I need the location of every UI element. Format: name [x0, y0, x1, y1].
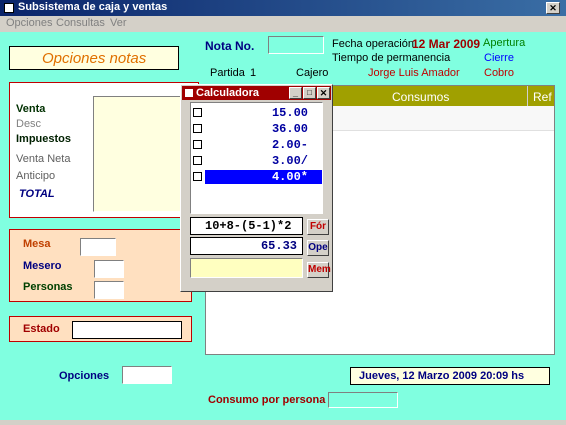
calculator-app-icon: [185, 89, 193, 97]
window-titlebar[interactable]: Subsistema de caja y ventas ✕: [0, 0, 566, 16]
datetime-display: Jueves, 12 Marzo 2009 20:09 hs: [350, 367, 550, 385]
impuestos-label: Impuestos: [16, 133, 72, 145]
tape-value: 15.00: [271, 106, 308, 120]
mesa-panel: Mesa Mesero Personas: [9, 229, 192, 302]
apertura-label: Apertura: [483, 37, 526, 49]
partida-label: Partida: [210, 67, 245, 79]
tiempo-label: Tiempo de permanencia: [332, 52, 451, 64]
app-icon: [4, 3, 14, 13]
calc-tape-row[interactable]: 36.00: [191, 122, 322, 136]
tape-value: 2.00-: [271, 138, 308, 152]
cajero-label: Cajero: [296, 67, 329, 79]
nota-label: Nota No.: [205, 39, 255, 53]
venta-neta-label: Venta Neta: [16, 153, 71, 165]
mesero-label: Mesero: [23, 260, 62, 272]
calc-tape-row[interactable]: 3.00/: [191, 154, 322, 168]
calc-maximize-icon[interactable]: □: [303, 87, 316, 99]
anticipo-label: Anticipo: [16, 170, 56, 182]
result-field[interactable]: 65.33: [190, 237, 303, 255]
memory-button[interactable]: Mem: [307, 262, 331, 278]
partida-value: 1: [250, 67, 257, 79]
row-checkbox[interactable]: [193, 172, 202, 181]
mesa-label: Mesa: [23, 238, 51, 250]
opciones-notas-label: Opciones notas: [42, 50, 147, 67]
calc-tape-row[interactable]: 15.00: [191, 106, 322, 120]
opciones-notas-panel[interactable]: Opciones notas: [9, 46, 179, 70]
opciones-input[interactable]: [122, 366, 172, 384]
formula-field[interactable]: 10+8-(5-1)*2: [190, 217, 303, 235]
estado-panel: Estado: [9, 316, 192, 342]
close-button[interactable]: ✕: [546, 2, 560, 14]
window-title: Subsistema de caja y ventas: [18, 1, 168, 13]
calc-tape-list[interactable]: 15.00 36.00 2.00- 3.00/ 4.00*: [190, 102, 323, 214]
consumo-persona-label: Consumo por persona: [208, 394, 326, 406]
nota-input[interactable]: [268, 36, 324, 54]
result-value: 65.33: [260, 239, 297, 253]
estado-label: Estado: [23, 323, 60, 335]
totals-values-box: [93, 96, 189, 212]
opciones-footer-label: Opciones: [59, 370, 110, 382]
calc-minimize-icon[interactable]: _: [289, 87, 302, 99]
venta-label: Venta: [16, 103, 46, 115]
totals-panel: Venta Desc Impuestos Venta Neta Anticipo…: [9, 82, 199, 218]
formula-value: 10+8-(5-1)*2: [205, 219, 292, 233]
mesa-input[interactable]: [80, 238, 116, 256]
mesero-input[interactable]: [94, 260, 124, 278]
calculator-titlebar[interactable]: Calculadora _ □ ✕: [182, 86, 331, 100]
cobro-label: Cobro: [484, 67, 514, 79]
calc-tape-row[interactable]: 2.00-: [191, 138, 322, 152]
fecha-value: 12 Mar 2009: [412, 37, 481, 51]
calc-tape-row-selected[interactable]: 4.00*: [191, 170, 322, 184]
memory-field[interactable]: [190, 258, 303, 278]
row-checkbox[interactable]: [193, 108, 202, 117]
menu-consultas[interactable]: Consultas: [56, 17, 105, 29]
calc-close-icon[interactable]: ✕: [317, 87, 330, 99]
row-checkbox[interactable]: [193, 140, 202, 149]
operation-button[interactable]: Ope: [307, 240, 329, 256]
tape-value: 4.00*: [271, 170, 308, 184]
calculator-window[interactable]: Calculadora _ □ ✕ 15.00 36.00 2.00- 3.00…: [180, 84, 333, 292]
menu-bar: Opciones Consultas Ver: [0, 16, 566, 32]
menu-opciones[interactable]: Opciones: [6, 17, 52, 29]
calculator-title: Calculadora: [196, 87, 259, 99]
datetime-text: Jueves, 12 Marzo 2009 20:09 hs: [359, 370, 525, 382]
total-label: TOTAL: [19, 188, 55, 200]
menu-ver[interactable]: Ver: [110, 17, 127, 29]
ref-header[interactable]: Ref: [533, 90, 552, 104]
consumos-header[interactable]: Consumos: [392, 90, 449, 104]
row-checkbox[interactable]: [193, 124, 202, 133]
desc-label: Desc: [16, 118, 42, 130]
row-checkbox[interactable]: [193, 156, 202, 165]
cierre-label: Cierre: [484, 52, 514, 64]
formula-button[interactable]: Fór: [307, 219, 329, 235]
personas-input[interactable]: [94, 281, 124, 299]
personas-label: Personas: [23, 281, 73, 293]
tape-value: 3.00/: [271, 154, 308, 168]
cajero-value: Jorge Luis Amador: [368, 67, 460, 79]
tape-value: 36.00: [271, 122, 308, 136]
estado-input[interactable]: [72, 321, 182, 339]
fecha-label: Fecha operación: [332, 38, 414, 50]
consumo-persona-input[interactable]: [328, 392, 398, 408]
